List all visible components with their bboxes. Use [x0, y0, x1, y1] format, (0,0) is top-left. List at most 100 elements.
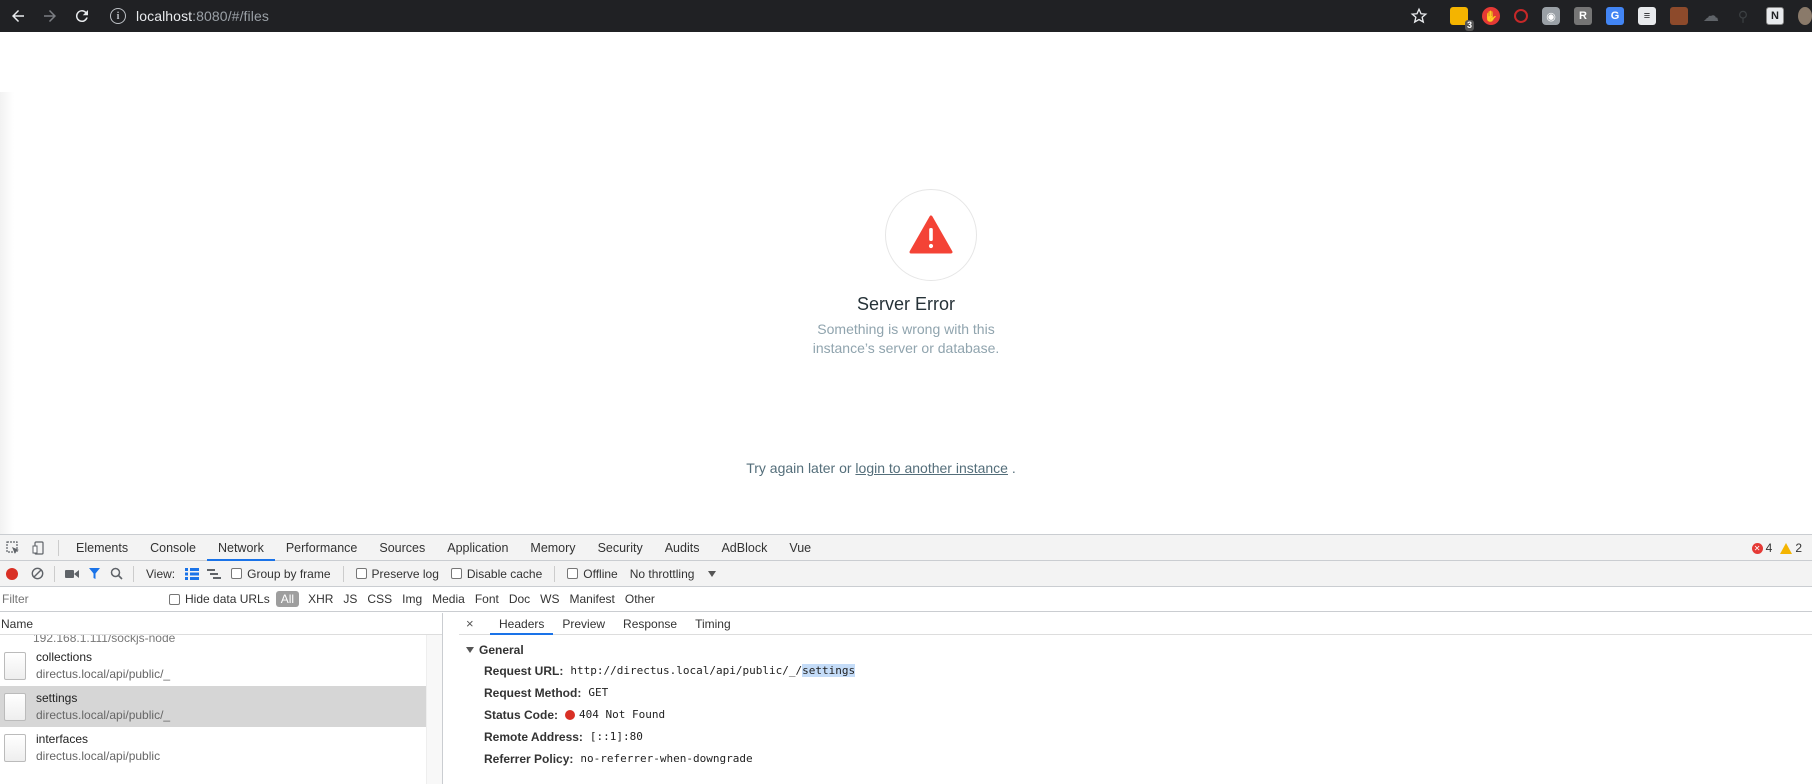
- red-hand-icon[interactable]: ✋: [1482, 7, 1500, 25]
- tab-console[interactable]: Console: [139, 535, 207, 561]
- network-toolbar: View: Group by frame Preserve log Disabl…: [0, 561, 1812, 587]
- tab-application[interactable]: Application: [436, 535, 519, 561]
- forward-button[interactable]: [36, 2, 64, 30]
- camera-icon[interactable]: ◉: [1542, 7, 1560, 25]
- request-name: interfaces: [36, 731, 89, 746]
- type-filter-doc[interactable]: Doc: [504, 591, 535, 607]
- type-filter-font[interactable]: Font: [470, 591, 504, 607]
- checkbox-box[interactable]: [355, 568, 367, 579]
- network-filter-bar: Hide data URLs All XHR JS CSS Img Media …: [0, 587, 1812, 612]
- request-info: interfaces directus.local/api/public: [36, 731, 160, 765]
- warning-count-icon: [1780, 542, 1793, 554]
- checkbox-box[interactable]: [169, 593, 180, 605]
- ninja-icon[interactable]: ≡: [1638, 7, 1656, 25]
- type-filter-js[interactable]: JS: [338, 591, 362, 607]
- tab-preview[interactable]: Preview: [553, 613, 614, 635]
- tab-response[interactable]: Response: [614, 613, 686, 635]
- tab-sources[interactable]: Sources: [368, 535, 436, 561]
- type-filter-other[interactable]: Other: [620, 591, 660, 607]
- red-circle-icon[interactable]: [1514, 9, 1528, 23]
- r-extension-icon[interactable]: R: [1574, 7, 1592, 25]
- tab-security[interactable]: Security: [587, 535, 654, 561]
- general-section-header[interactable]: General: [459, 640, 1812, 660]
- request-name: collections: [36, 649, 93, 664]
- extensions-area: 3 ✋ ◉ R G ≡ ☁ ⚲ N: [1410, 0, 1812, 32]
- bookmark-star-icon[interactable]: [1410, 7, 1428, 25]
- request-details: × Headers Preview Response Timing Genera…: [459, 613, 1812, 784]
- request-list: Name 192.168.1.111/sockjs-node collectio…: [0, 613, 443, 784]
- tab-adblock[interactable]: AdBlock: [710, 535, 778, 561]
- error-count-icon: ✕: [1751, 542, 1763, 554]
- tab-elements[interactable]: Elements: [65, 535, 139, 561]
- address-bar[interactable]: i localhost:8080/#/files: [110, 3, 269, 29]
- cloud-icon[interactable]: ☁: [1702, 7, 1720, 25]
- request-info: settings directus.local/api/public/_: [36, 690, 170, 724]
- google-translate-icon[interactable]: G: [1606, 7, 1624, 25]
- warning-count: 2: [1795, 541, 1802, 555]
- site-info-icon[interactable]: i: [110, 8, 126, 24]
- tab-timing[interactable]: Timing: [686, 613, 740, 635]
- tab-vue[interactable]: Vue: [778, 535, 822, 561]
- profile-avatar-icon[interactable]: [1798, 7, 1812, 25]
- key-label: Request Method:: [484, 686, 582, 700]
- inspect-element-icon[interactable]: [0, 535, 26, 561]
- request-list-scrollbar[interactable]: [426, 635, 442, 784]
- request-row-collections[interactable]: collections directus.local/api/public/_: [0, 645, 442, 686]
- briefcase-icon[interactable]: [1670, 7, 1688, 25]
- retry-prefix: Try again later or: [746, 460, 852, 476]
- reload-button[interactable]: [68, 2, 96, 30]
- checkbox-box[interactable]: [567, 568, 579, 579]
- network-body: Name 192.168.1.111/sockjs-node collectio…: [0, 613, 1812, 784]
- request-row-interfaces[interactable]: interfaces directus.local/api/public: [0, 727, 442, 768]
- tab-headers[interactable]: Headers: [490, 613, 554, 635]
- large-rows-icon[interactable]: [181, 563, 203, 585]
- console-counts[interactable]: ✕ 4 2: [1751, 535, 1802, 561]
- reload-icon: [75, 10, 88, 23]
- back-arrow-icon: [12, 10, 24, 22]
- type-filter-ws[interactable]: WS: [535, 591, 564, 607]
- checkbox-label: Offline: [583, 566, 618, 581]
- close-icon[interactable]: ×: [466, 616, 478, 631]
- type-filter-manifest[interactable]: Manifest: [565, 591, 620, 607]
- remote-address-value: [::1]:80: [589, 730, 643, 743]
- type-filter-img[interactable]: Img: [397, 591, 427, 607]
- screenshot-camera-icon[interactable]: [61, 563, 83, 585]
- clear-icon[interactable]: [26, 563, 48, 585]
- type-filter-all[interactable]: All: [275, 591, 300, 607]
- tab-audits[interactable]: Audits: [654, 535, 711, 561]
- request-row-settings[interactable]: settings directus.local/api/public/_: [0, 686, 442, 727]
- checkbox-box[interactable]: [231, 568, 243, 579]
- request-row-partial[interactable]: 192.168.1.111/sockjs-node: [0, 635, 442, 645]
- login-another-instance-link[interactable]: login to another instance: [855, 460, 1008, 476]
- disable-cache-checkbox[interactable]: Disable cache: [450, 567, 542, 581]
- url-text[interactable]: localhost:8080/#/files: [136, 8, 269, 24]
- throttling-select[interactable]: No throttling: [630, 567, 717, 581]
- dark-search-icon[interactable]: ⚲: [1734, 7, 1752, 25]
- type-filter-media[interactable]: Media: [427, 591, 470, 607]
- search-icon[interactable]: [105, 563, 127, 585]
- filter-funnel-icon[interactable]: [83, 563, 105, 585]
- tab-performance[interactable]: Performance: [275, 535, 369, 561]
- back-button[interactable]: [4, 2, 32, 30]
- status-code-value: 404 Not Found: [579, 708, 666, 721]
- type-filter-xhr[interactable]: XHR: [303, 591, 338, 607]
- sticky-notes-icon[interactable]: 3: [1450, 7, 1474, 31]
- group-by-frame-checkbox[interactable]: Group by frame: [231, 567, 331, 581]
- offline-checkbox[interactable]: Offline: [567, 566, 618, 581]
- name-column-header[interactable]: Name: [0, 613, 442, 635]
- tab-memory[interactable]: Memory: [519, 535, 586, 561]
- error-count: 4: [1765, 541, 1773, 555]
- preserve-log-checkbox[interactable]: Preserve log: [355, 567, 439, 581]
- type-filter-css[interactable]: CSS: [362, 591, 397, 607]
- filter-input[interactable]: [0, 589, 163, 609]
- status-code-row: Status Code: 404 Not Found: [459, 704, 1812, 726]
- hide-data-urls-checkbox[interactable]: Hide data URLs: [169, 592, 270, 606]
- request-method-row: Request Method: GET: [459, 682, 1812, 704]
- record-icon[interactable]: [6, 567, 18, 580]
- tab-network[interactable]: Network: [206, 535, 275, 561]
- checkbox-box[interactable]: [450, 568, 462, 579]
- dropdown-caret-icon: [708, 570, 717, 577]
- device-toggle-icon[interactable]: [26, 535, 52, 561]
- notion-icon[interactable]: N: [1766, 7, 1784, 25]
- waterfall-icon[interactable]: [203, 563, 225, 585]
